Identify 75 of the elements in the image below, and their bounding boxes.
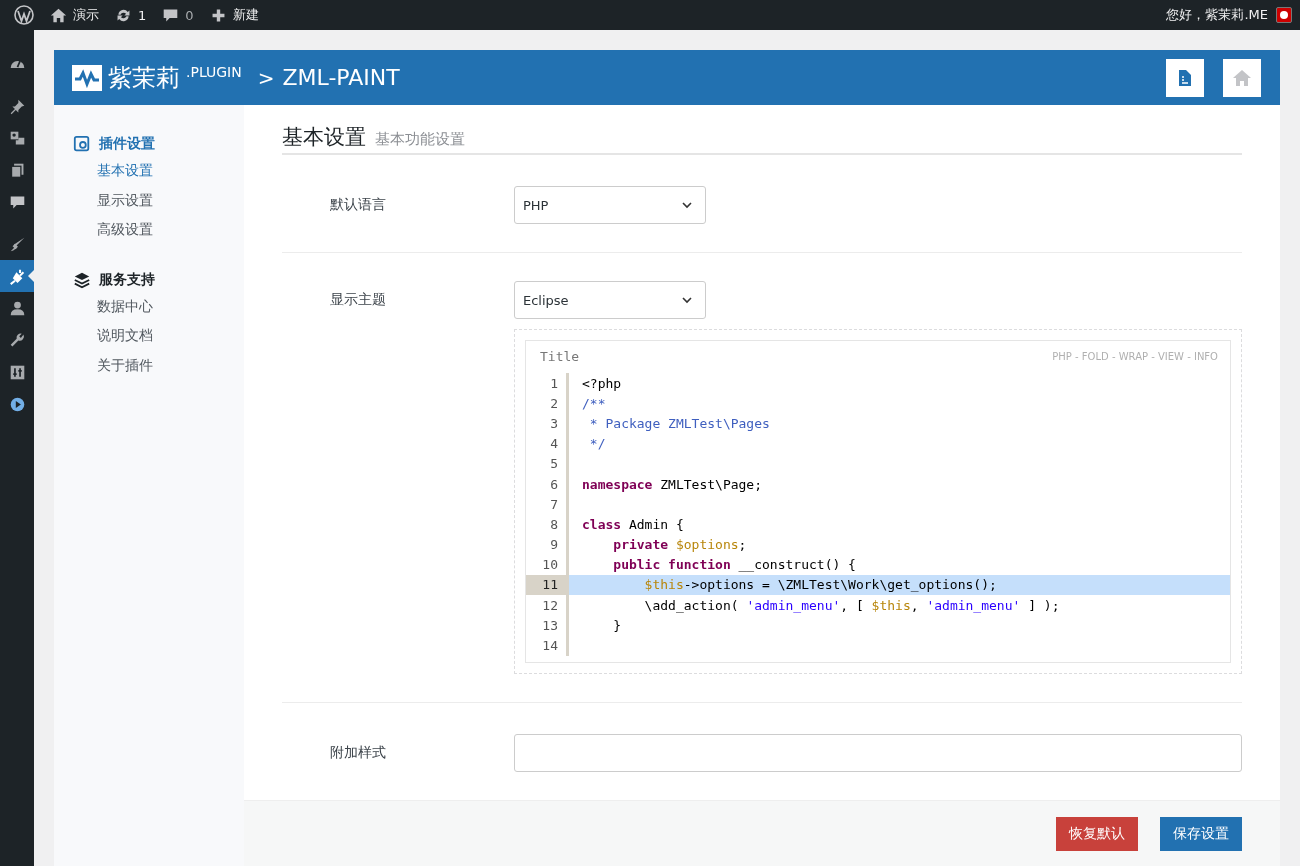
update-count: 1 [138,7,147,23]
nav-item[interactable]: 说明文档 [54,321,153,351]
line-number: 12 [526,595,569,616]
code-title: Title [540,349,580,364]
play-icon [8,395,26,413]
brand-name: 紫茉莉 [108,62,180,94]
code-line: class Admin { [582,516,684,532]
updates-menu-item[interactable]: 1 [107,0,155,30]
sliders-icon [8,363,26,381]
menu-label: 新建 [232,6,259,24]
breadcrumb-separator: > [257,65,275,90]
plug-icon [8,267,26,285]
wordpress-logo-icon [14,5,34,25]
plugin-title: ZML-PAINT [282,65,400,90]
new-menu-item[interactable]: 新建 [201,0,267,30]
nav-item[interactable]: 基本设置 [54,156,153,186]
line-number: 4 [526,433,569,454]
menu-item[interactable] [0,260,34,292]
code-line: */ [588,436,606,452]
field-label: 附加样式 [330,742,387,762]
field-label: 默认语言 [330,195,387,214]
settings-icon [73,135,91,153]
reset-button[interactable]: 恢复默认 [1056,816,1138,851]
code-line: * Package ZMLTest\Pages [588,415,770,431]
brand-suffix: .PLUGIN [186,64,242,80]
code-line: private $options; [612,537,747,553]
document-button[interactable] [1166,58,1204,97]
line-number: 7 [526,494,569,515]
chevron-down-icon [681,199,693,211]
nav-item[interactable]: 数据中心 [54,291,153,321]
line-number: 13 [526,615,569,636]
code-line: <?php [582,375,622,391]
code-line: namespace ZMLTest\Page; [582,476,763,492]
select-field[interactable]: PHP [514,186,706,224]
nav-item[interactable]: 显示设置 [54,185,153,215]
nav-item[interactable]: 关于插件 [54,350,153,380]
comment-count: 0 [185,7,194,23]
page-title: 基本设置 [282,124,366,151]
line-number: 3 [526,413,569,434]
home-menu-item[interactable]: 演示 [42,0,107,30]
menu-label: 演示 [73,6,99,24]
page-subtitle: 基本功能设置 [375,130,465,149]
home-icon [1232,67,1252,88]
code-line: } [612,617,622,633]
line-number: 6 [526,473,569,495]
nav-section-title: 插件设置 [99,135,155,153]
line-number: 11 [526,574,569,596]
nav-item[interactable]: 高级设置 [54,215,153,245]
home-icon [50,6,67,24]
line-number: 9 [526,534,569,555]
code-line: public function __construct() { [612,557,856,573]
line-number: 14 [526,635,569,656]
nav-section-title: 服务支持 [99,270,155,289]
line-number: 2 [526,393,569,414]
field-label: 显示主题 [330,290,387,309]
line-number: 1 [526,373,569,394]
line-number: 8 [526,514,569,535]
input-field[interactable] [514,733,1242,772]
select-field[interactable]: Eclipse [514,281,706,319]
code-line: $this->options = \ZMLTest\Work\get_options(); [643,577,997,593]
layers-icon [73,270,91,289]
code-line: \add_action( 'admin_menu', [ $this, 'admin_menu' ] ); [643,597,1060,613]
wrench-icon [8,331,26,349]
code-line: /** [582,395,606,411]
avatar[interactable] [1276,7,1292,23]
pushpin-icon [8,97,26,115]
home-button[interactable] [1223,58,1261,97]
line-number: 5 [526,453,569,474]
media-icon [8,129,26,147]
chevron-down-icon [681,294,693,306]
comments-menu-item[interactable]: 0 [154,0,202,30]
user-icon [8,299,26,317]
greeting-text[interactable]: 您好，紫茉莉.ME [1166,6,1276,24]
pulse-logo-icon [72,64,102,91]
save-button[interactable]: 保存设置 [1160,816,1242,851]
